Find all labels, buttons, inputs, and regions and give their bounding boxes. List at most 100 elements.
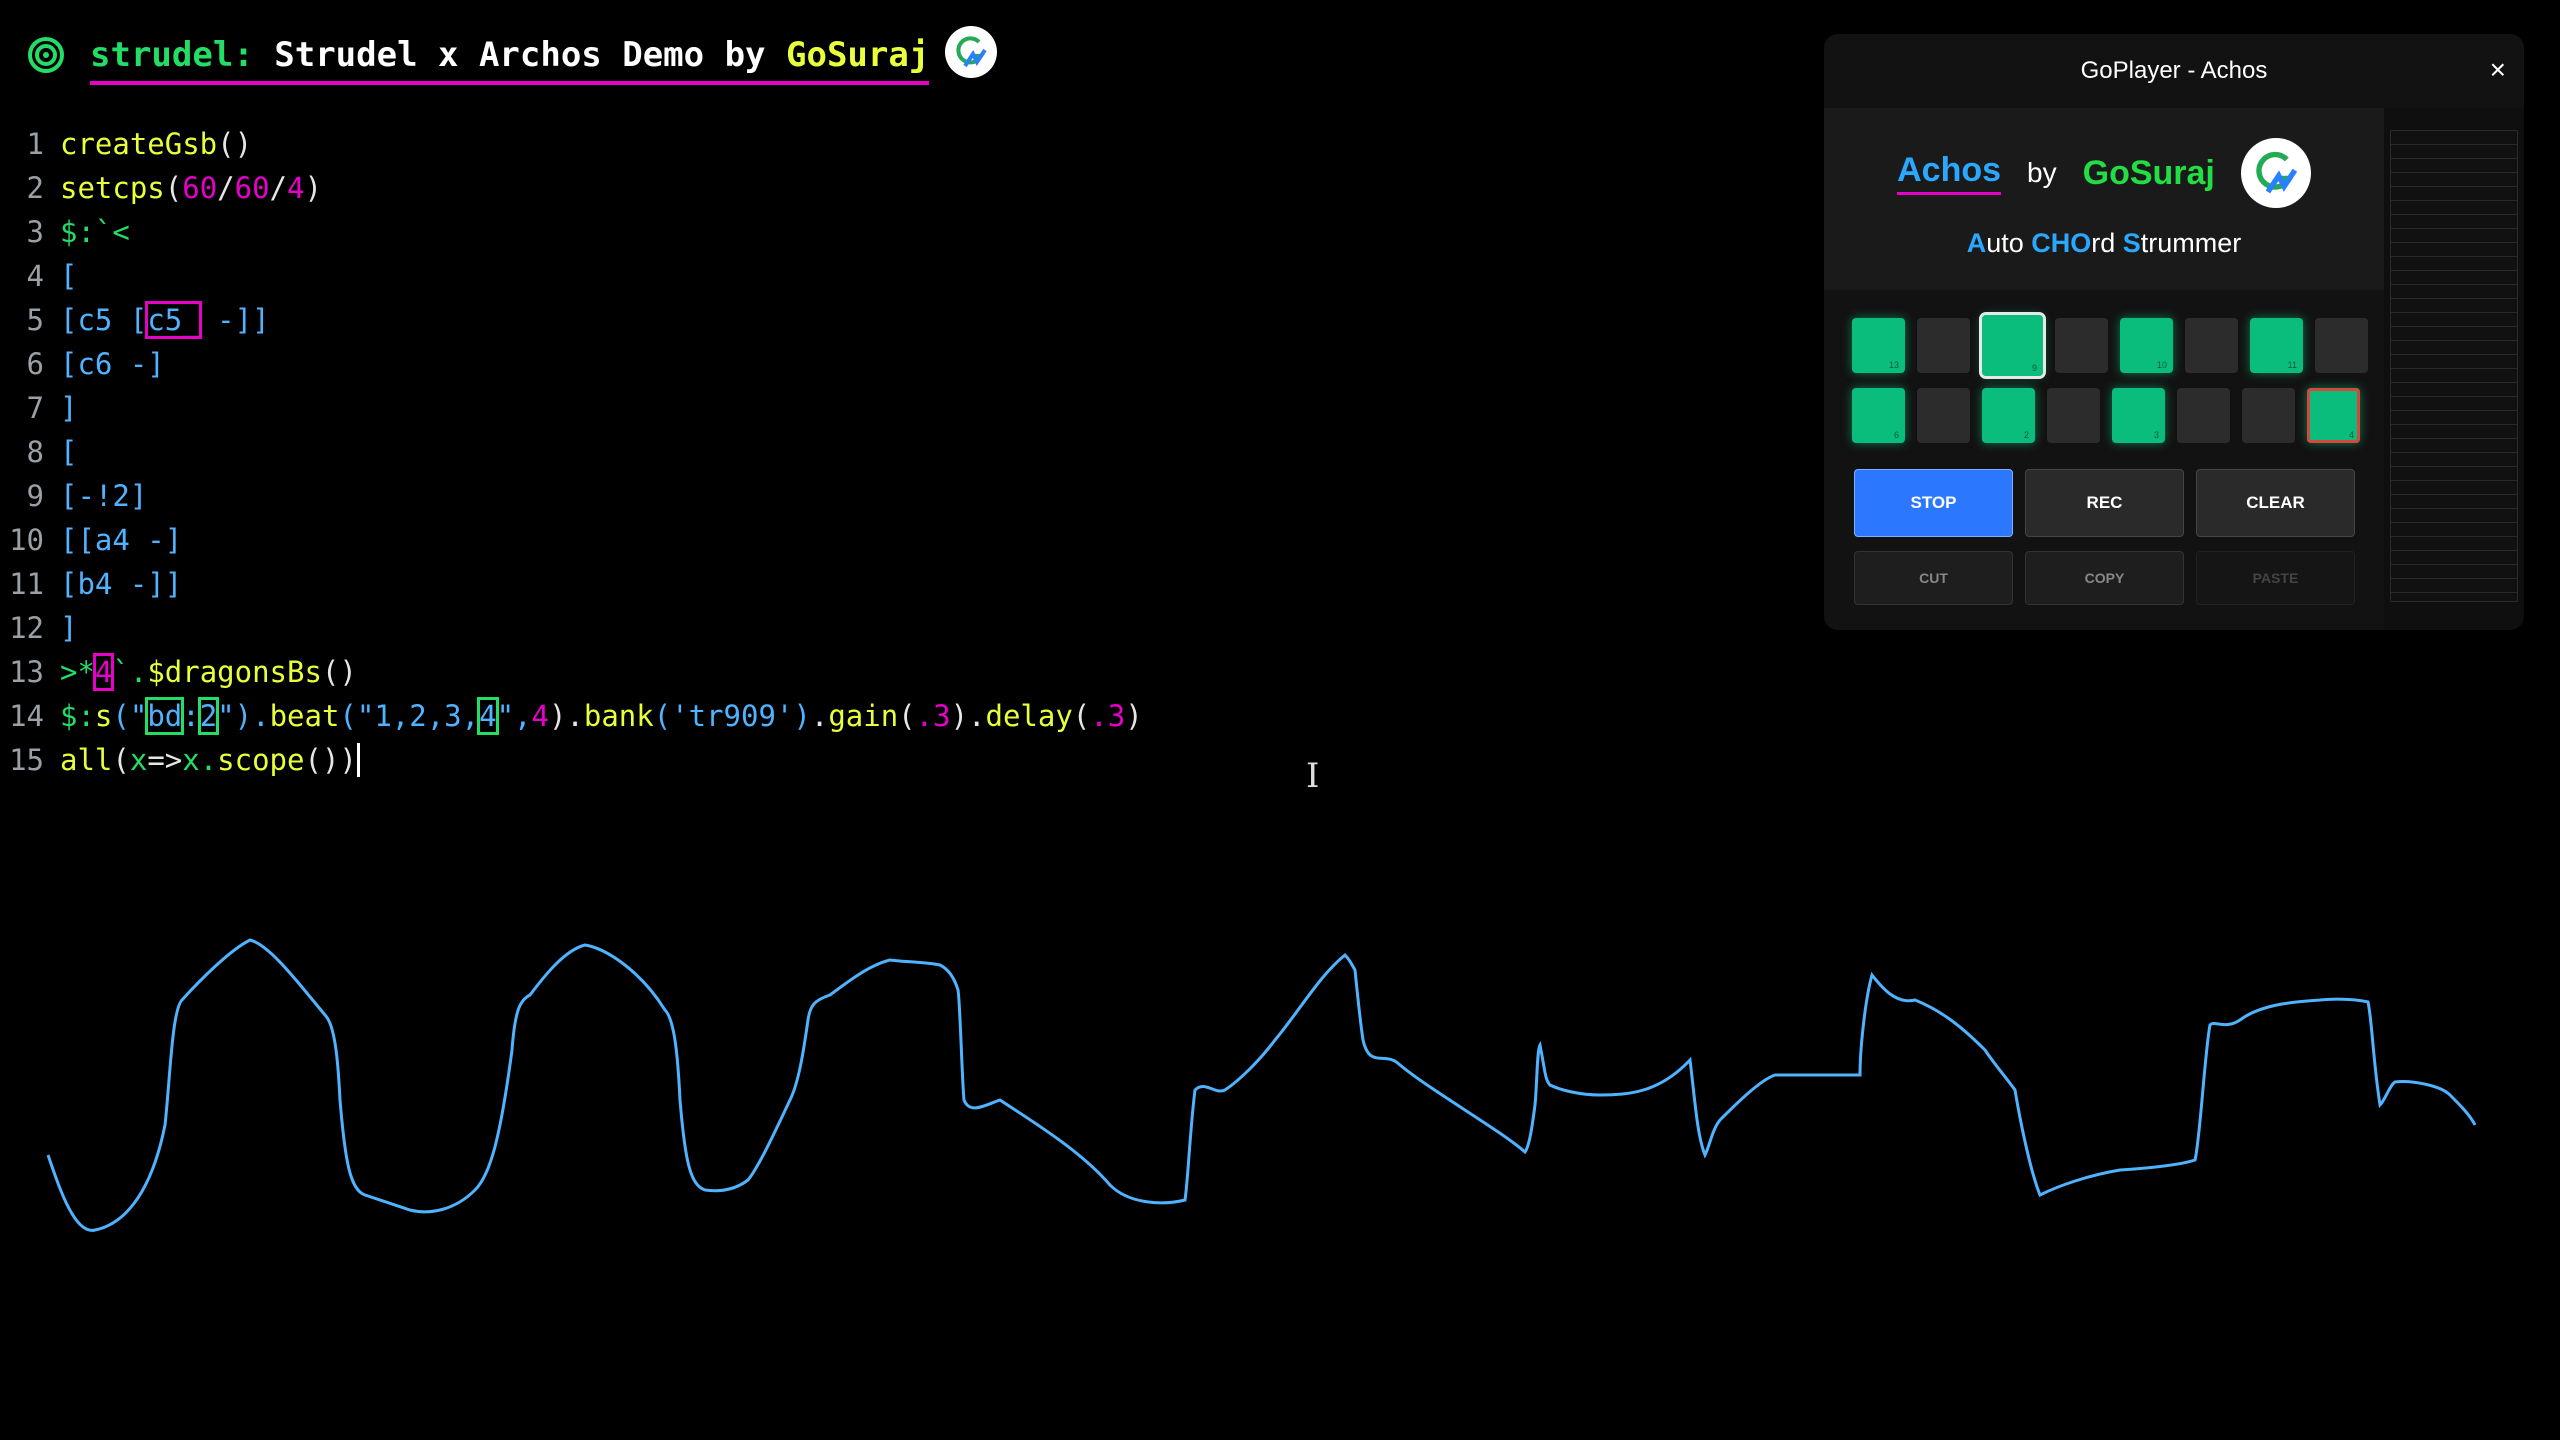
achos-banner: Achos by GoSuraj Auto CHOrd Strummer [1824,108,2384,290]
line-number: 1 [26,127,44,161]
pad-number: 13 [1888,360,1899,370]
author-logo-icon [2240,138,2311,208]
cut-button[interactable]: CUT [1854,551,2013,605]
pad-1-5[interactable]: 10 [2120,318,2173,373]
code-token: => [147,743,183,777]
ibeam-cursor-icon: I [1306,756,1320,796]
pad-2-5[interactable]: 3 [2112,388,2165,443]
code-line[interactable]: 3 $:`< [0,210,1300,254]
code-line[interactable]: 7] [0,386,1300,430]
code-line[interactable]: 15 all(x=>x.scope()) [0,738,1300,782]
title-prefix: strudel: [90,35,254,75]
code-line[interactable]: 1 createGsb() [0,122,1300,166]
pad-2-4[interactable] [2047,388,2100,443]
brand-subtitle: Auto CHOrd Strummer [1824,228,2384,259]
pad-number: 2 [2023,430,2029,440]
code-token: 60 [182,171,218,205]
code-line[interactable]: 10 [[a4 -] [0,518,1300,562]
code-line[interactable]: 14 $:s("bd:2").beat("1,2,3,4",4).bank('tr… [0,694,1300,738]
pad-2-1[interactable]: 6 [1852,388,1905,443]
line-number: 9 [26,479,44,513]
code-token: scope [217,743,305,777]
code-token: delay [985,699,1073,733]
active-note-highlight: 2 [197,697,220,735]
title-main: Strudel x Archos Demo by [274,35,786,75]
pad-1-4[interactable] [2055,318,2108,373]
rec-button[interactable]: REC [2025,469,2184,537]
line-number: 13 [9,655,44,689]
pad-2-2[interactable] [1917,388,1970,443]
subtitle-part: CHO [2031,228,2092,258]
close-button[interactable]: × [2490,54,2506,86]
line-number: 3 [26,215,44,249]
pad-1-7[interactable]: 11 [2250,318,2303,373]
pad-2-8[interactable]: 4 [2307,388,2360,443]
pad-1-3[interactable]: 9 [1979,312,2046,379]
code-token: : [182,699,200,733]
pad-number: 6 [1893,430,1899,440]
code-line[interactable]: 13 >*4`.$dragonsBs() [0,650,1300,694]
pad-row: 13 9 10 11 [1852,312,2384,379]
code-token: ] [60,611,78,645]
side-panel [2384,108,2524,630]
pad-2-3[interactable]: 2 [1982,388,2035,443]
code-line[interactable]: 9 [-!2] [0,474,1300,518]
line-number: 10 [9,523,44,557]
code-token: [c6 -] [60,347,165,381]
paste-button[interactable]: PASTE [2196,551,2355,605]
subtitle-part: rd [2091,228,2123,258]
pad-2-7[interactable] [2242,388,2295,443]
code-token: ] [60,391,78,425]
code-token: x. [182,743,218,777]
stop-button[interactable]: STOP [1854,469,2013,537]
code-token: . [810,699,829,733]
code-token: 60 [234,171,270,205]
code-token: [ [60,259,78,293]
code-line[interactable]: 6 [c6 -] [0,342,1300,386]
code-token: [[a4 -] [60,523,183,557]
pad-1-8[interactable] [2315,318,2368,373]
code-line[interactable]: 4[ [0,254,1300,298]
code-token: ) [1125,699,1143,733]
pad-number: 10 [2156,360,2167,370]
code-token: .3 [915,699,951,733]
app-header: strudel: Strudel x Archos Demo by GoSura… [26,20,998,90]
line-number: 4 [26,259,44,293]
active-note-highlight: 4 [477,697,499,735]
code-line[interactable]: 8[ [0,430,1300,474]
pad-1-2[interactable] [1917,318,1970,373]
code-editor[interactable]: 1 createGsb() 2 setcps(60/60/4) 3 $:`< 4[ 5… [0,122,1300,782]
code-line[interactable]: 11 [b4 -]] [0,562,1300,606]
code-token: beat [269,699,340,733]
line-number: 14 [9,699,44,733]
side-track[interactable] [2390,130,2518,602]
active-note-highlight: c5_ [145,301,202,339]
goplayer-window: GoPlayer - Achos × Achos by GoSuraj Auto… [1824,34,2524,630]
copy-button[interactable]: COPY [2025,551,2184,605]
code-line[interactable]: 12] [0,606,1300,650]
code-token: $: [60,699,95,733]
goplayer-titlebar[interactable]: GoPlayer - Achos × [1824,34,2524,108]
brand-by: by [2027,157,2057,188]
code-token: setcps [60,171,165,205]
pad-1-6[interactable] [2185,318,2238,373]
code-token: [c5 [ [60,303,148,337]
brand-name: Achos [1897,151,2002,195]
clear-button[interactable]: CLEAR [2196,469,2355,537]
pad-number: 11 [2287,360,2297,370]
code-line[interactable]: 5 [c5 [c5_ -]] [0,298,1300,342]
pad-grid: 13 9 10 11 6 2 3 4 [1824,290,2384,443]
code-token: (" [112,699,148,733]
code-token: all [60,743,113,777]
pad-1-1[interactable]: 13 [1852,318,1905,373]
line-number: 15 [9,743,44,777]
code-token: createGsb [60,127,218,161]
code-token: [ [60,435,78,469]
active-note-highlight: 4 [92,653,115,691]
pad-2-6[interactable] [2177,388,2230,443]
page-title: strudel: Strudel x Archos Demo by GoSura… [90,35,930,85]
code-token: s [94,699,113,733]
code-token: bank [583,699,654,733]
title-author: GoSuraj [786,35,930,75]
code-line[interactable]: 2 setcps(60/60/4) [0,166,1300,210]
